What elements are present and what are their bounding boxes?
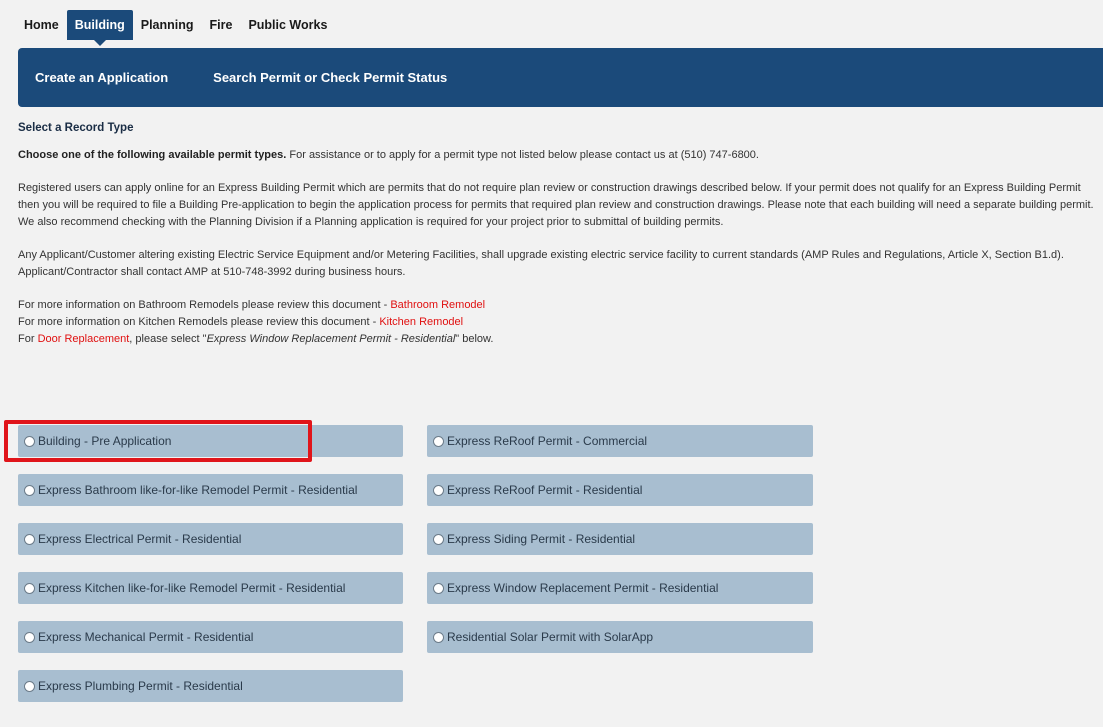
kitchen-info-text: For more information on Kitchen Remodels…	[18, 316, 380, 328]
permit-label: Express Plumbing Permit - Residential	[38, 679, 243, 693]
radio-button[interactable]	[24, 484, 35, 496]
permit-option-express-kitchen[interactable]: Express Kitchen like-for-like Remodel Pe…	[18, 572, 403, 604]
kitchen-info-line: For more information on Kitchen Remodels…	[18, 314, 1098, 331]
radio-button[interactable]	[24, 680, 35, 692]
intro-paragraph: Choose one of the following available pe…	[18, 147, 1098, 164]
amp-paragraph: Any Applicant/Customer altering existing…	[18, 249, 1064, 278]
top-tab-bar: Home Building Planning Fire Public Works	[18, 10, 335, 46]
permit-option-reroof-commercial[interactable]: Express ReRoof Permit - Commercial	[427, 425, 813, 457]
sub-navigation-bar: Create an Application Search Permit or C…	[18, 48, 1103, 107]
tab-fire[interactable]: Fire	[202, 10, 241, 40]
intro-bold-text: Choose one of the following available pe…	[18, 149, 287, 161]
permit-label: Express Window Replacement Permit - Resi…	[447, 581, 719, 595]
permit-option-siding-residential[interactable]: Express Siding Permit - Residential	[427, 523, 813, 555]
radio-button[interactable]	[24, 435, 35, 447]
permit-option-express-plumbing[interactable]: Express Plumbing Permit - Residential	[18, 670, 403, 702]
tab-building[interactable]: Building	[66, 10, 133, 46]
permit-label: Express Mechanical Permit - Residential	[38, 630, 254, 644]
permit-label: Express ReRoof Permit - Commercial	[447, 434, 648, 448]
page: Home Building Planning Fire Public Works…	[0, 0, 1103, 727]
permit-label: Express ReRoof Permit - Residential	[447, 483, 643, 497]
permit-option-solar-solarapp[interactable]: Residential Solar Permit with SolarApp	[427, 621, 813, 653]
tab-home[interactable]: Home	[18, 10, 67, 40]
permit-label: Building - Pre Application	[38, 434, 172, 448]
permit-option-window-replacement[interactable]: Express Window Replacement Permit - Resi…	[427, 572, 813, 604]
create-application-link[interactable]: Create an Application	[35, 70, 168, 85]
radio-button[interactable]	[433, 533, 444, 545]
permit-label: Residential Solar Permit with SolarApp	[447, 630, 654, 644]
permit-label: Express Siding Permit - Residential	[447, 532, 636, 546]
permit-option-express-electrical[interactable]: Express Electrical Permit - Residential	[18, 523, 403, 555]
permit-option-building-pre-application[interactable]: Building - Pre Application	[18, 425, 403, 457]
radio-button[interactable]	[433, 582, 444, 594]
door-info-italic: Express Window Replacement Permit - Resi…	[206, 333, 456, 345]
intro-text: For assistance or to apply for a permit …	[286, 149, 759, 161]
door-info-suffix: " below.	[455, 333, 494, 345]
bathroom-info-line: For more information on Bathroom Remodel…	[18, 297, 1098, 314]
permit-label: Express Bathroom like-for-like Remodel P…	[38, 483, 358, 497]
tab-planning[interactable]: Planning	[133, 10, 202, 40]
permit-option-express-mechanical[interactable]: Express Mechanical Permit - Residential	[18, 621, 403, 653]
radio-button[interactable]	[433, 484, 444, 496]
door-info-mid: , please select "	[129, 333, 207, 345]
radio-button[interactable]	[433, 631, 444, 643]
radio-button[interactable]	[24, 533, 35, 545]
permit-option-express-bathroom[interactable]: Express Bathroom like-for-like Remodel P…	[18, 474, 403, 506]
bathroom-info-text: For more information on Bathroom Remodel…	[18, 299, 391, 311]
kitchen-remodel-link[interactable]: Kitchen Remodel	[379, 316, 463, 328]
section-title: Select a Record Type	[18, 122, 134, 134]
permit-option-reroof-residential[interactable]: Express ReRoof Permit - Residential	[427, 474, 813, 506]
bathroom-remodel-link[interactable]: Bathroom Remodel	[390, 299, 485, 311]
permit-label: Express Electrical Permit - Residential	[38, 532, 242, 546]
door-info-line: For Door Replacement, please select "Exp…	[18, 331, 1098, 348]
express-permit-paragraph: Registered users can apply online for an…	[18, 182, 1094, 228]
radio-button[interactable]	[433, 435, 444, 447]
door-replacement-link[interactable]: Door Replacement	[38, 333, 130, 345]
radio-button[interactable]	[24, 631, 35, 643]
door-info-prefix: For	[18, 333, 38, 345]
permit-label: Express Kitchen like-for-like Remodel Pe…	[38, 581, 346, 595]
tab-public-works[interactable]: Public Works	[240, 10, 335, 40]
search-permit-link[interactable]: Search Permit or Check Permit Status	[213, 70, 447, 85]
radio-button[interactable]	[24, 582, 35, 594]
record-type-content: Select a Record Type Choose one of the f…	[18, 120, 1098, 348]
